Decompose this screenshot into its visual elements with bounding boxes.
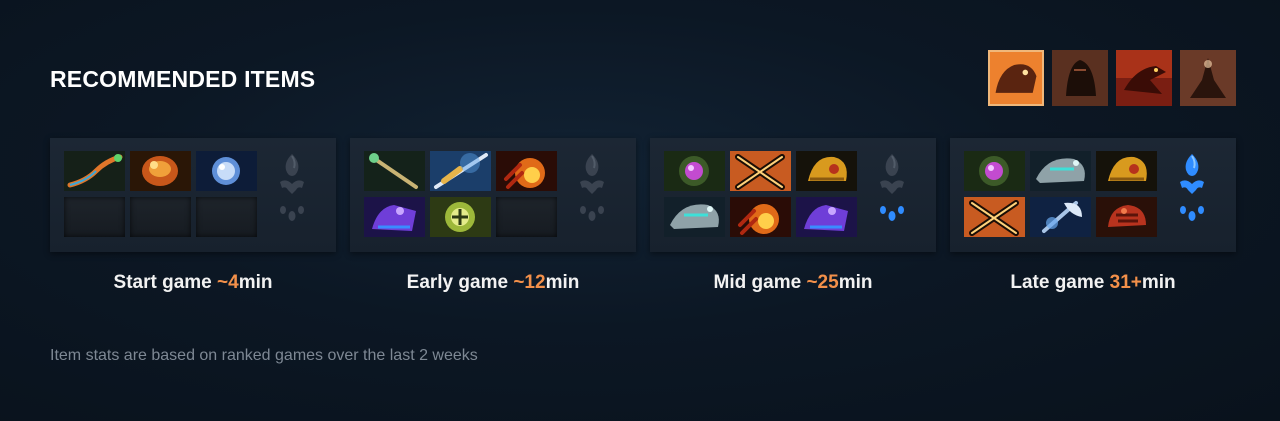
aghanim-shard-icon: [1178, 152, 1206, 196]
crossed-swords-item-icon[interactable]: [964, 197, 1025, 237]
phase-time: ~12: [513, 272, 545, 293]
phase-column: Start game ~4min: [50, 138, 336, 294]
blue-lance-item-icon[interactable]: [430, 151, 491, 191]
phase-column: Late game 31+min: [950, 138, 1236, 294]
phase-unit: min: [838, 272, 873, 293]
ability-button-3[interactable]: [1116, 50, 1172, 106]
aghanim-scepter-icon: [1178, 202, 1206, 224]
phase-time: ~4: [217, 272, 239, 293]
blue-orb-item-icon[interactable]: [196, 151, 257, 191]
phase-name: Late game: [1010, 272, 1110, 293]
item-phases: Start game ~4min Early game ~12min Mid gam…: [50, 138, 1236, 294]
golden-mask-item-icon[interactable]: [796, 151, 857, 191]
item-panel: [350, 138, 636, 252]
phase-column: Early game ~12min: [350, 138, 636, 294]
aghanim-scepter-icon: [578, 202, 606, 224]
phase-time-prefix: ~: [806, 272, 818, 293]
golden-mask-item-icon[interactable]: [1096, 151, 1157, 191]
ability-shadow-roar-icon: [1052, 50, 1108, 106]
phase-name: Start game: [113, 272, 217, 293]
page-title: RECOMMENDED ITEMS: [50, 66, 316, 92]
item-panel: [50, 138, 336, 252]
phase-label: Mid game ~25min: [650, 272, 936, 294]
pink-orb-item-icon[interactable]: [964, 151, 1025, 191]
silver-helm-item-icon[interactable]: [1030, 151, 1091, 191]
aghanim-scepter-icon: [278, 202, 306, 224]
phase-name: Early game: [406, 272, 514, 293]
item-panel: [950, 138, 1236, 252]
green-wand-item-icon[interactable]: [364, 151, 425, 191]
ability-beast-charge-icon: [990, 52, 1042, 104]
fire-claw-item-icon[interactable]: [496, 151, 557, 191]
pink-orb-item-icon[interactable]: [664, 151, 725, 191]
aghanim-indicators: [278, 152, 306, 224]
aghanim-indicators: [578, 152, 606, 224]
ability-button-1[interactable]: [988, 50, 1044, 106]
phase-time-value: 31+: [1109, 272, 1142, 293]
aghanim-shard-icon: [278, 152, 306, 196]
phase-label: Start game ~4min: [50, 272, 336, 294]
ability-selector: [988, 50, 1236, 106]
empty-item-slot: [64, 197, 125, 237]
crossed-swords-item-icon[interactable]: [730, 151, 791, 191]
phase-label: Late game 31+min: [950, 272, 1236, 294]
phase-time-prefix: ~: [217, 272, 229, 293]
phase-unit: min: [1141, 272, 1176, 293]
red-gauntlet-item-icon[interactable]: [1096, 197, 1157, 237]
phase-label: Early game ~12min: [350, 272, 636, 294]
aghanim-scepter-icon: [878, 202, 906, 224]
fire-claw-item-icon[interactable]: [730, 197, 791, 237]
item-panel: [650, 138, 936, 252]
phase-time: ~25: [806, 272, 838, 293]
aghanim-indicators: [1178, 152, 1206, 224]
empty-item-slot: [196, 197, 257, 237]
phase-time-value: 12: [524, 272, 546, 293]
ability-dark-summon-icon: [1180, 50, 1236, 106]
phase-time-value: 4: [228, 272, 239, 293]
ability-dragon-breath-icon: [1116, 50, 1172, 106]
orange-stone-item-icon[interactable]: [130, 151, 191, 191]
footnote: Item stats are based on ranked games ove…: [50, 347, 478, 364]
green-rune-item-icon[interactable]: [430, 197, 491, 237]
orange-staff-item-icon[interactable]: [64, 151, 125, 191]
aghanim-indicators: [878, 152, 906, 224]
purple-boots-item-icon[interactable]: [796, 197, 857, 237]
phase-column: Mid game ~25min: [650, 138, 936, 294]
phase-name: Mid game: [713, 272, 807, 293]
aghanim-shard-icon: [578, 152, 606, 196]
frost-axe-item-icon[interactable]: [1030, 197, 1091, 237]
ability-button-2[interactable]: [1052, 50, 1108, 106]
aghanim-shard-icon: [878, 152, 906, 196]
phase-unit: min: [238, 272, 273, 293]
purple-boots-item-icon[interactable]: [364, 197, 425, 237]
empty-item-slot: [496, 197, 557, 237]
silver-helm-item-icon[interactable]: [664, 197, 725, 237]
empty-item-slot: [130, 197, 191, 237]
ability-button-4[interactable]: [1180, 50, 1236, 106]
phase-time: 31+: [1110, 272, 1142, 293]
phase-time-prefix: ~: [513, 272, 525, 293]
phase-unit: min: [545, 272, 580, 293]
phase-time-value: 25: [817, 272, 839, 293]
